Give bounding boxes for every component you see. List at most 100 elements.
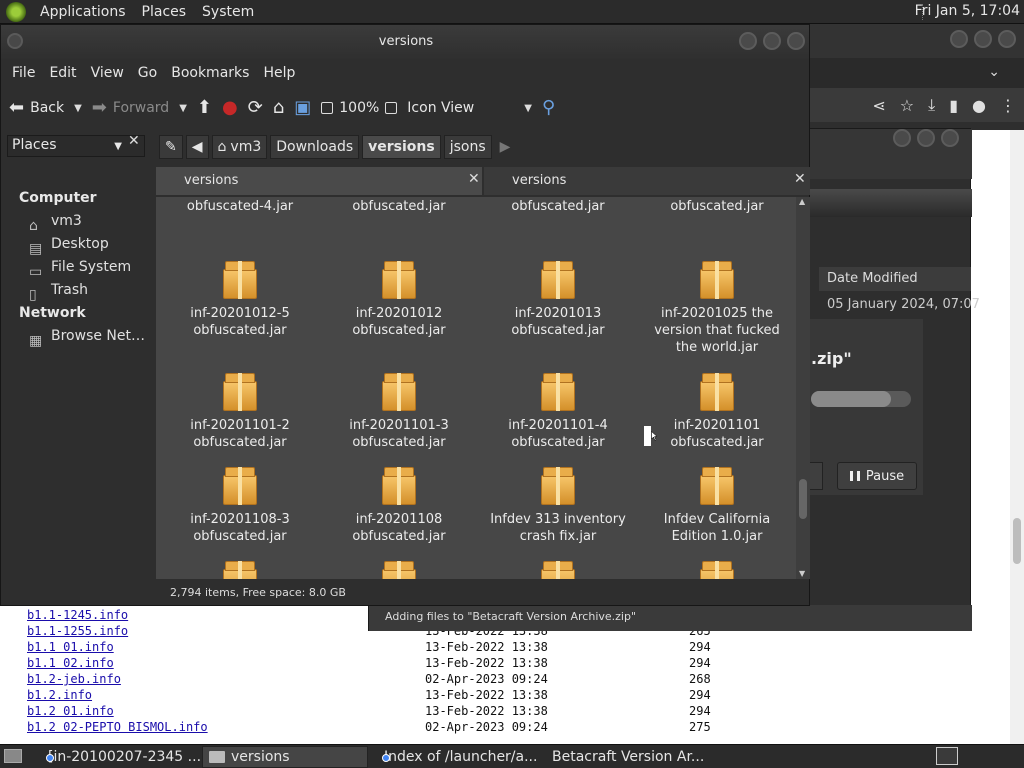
- file-item[interactable]: inf-20200928obfuscated.jar: [637, 197, 796, 215]
- task-chrome-2[interactable]: Index of /launcher/a...: [372, 746, 538, 768]
- sidebar-item-file-system[interactable]: ▭ File System: [1, 256, 153, 280]
- archive-maximize-button[interactable]: [917, 129, 935, 147]
- close-button[interactable]: [787, 32, 805, 50]
- sidebar-item-trash[interactable]: ▯ Trash: [1, 279, 153, 303]
- pane-scrollbar[interactable]: ▲ ▼: [796, 197, 810, 579]
- show-desktop-icon[interactable]: [4, 749, 22, 763]
- scroll-down-icon[interactable]: ▼: [799, 569, 805, 578]
- menu-help[interactable]: Help: [256, 65, 302, 81]
- listing-link[interactable]: b1.1-1245.info: [27, 608, 128, 622]
- stop-button[interactable]: ●: [222, 99, 238, 117]
- bookmark-star-icon[interactable]: ☆: [900, 96, 914, 115]
- maximize-button[interactable]: [763, 32, 781, 50]
- file-item[interactable]: inf-20201108-3 obfuscated.jar: [160, 467, 320, 545]
- close-tab-icon[interactable]: ✕: [794, 171, 806, 187]
- breadcrumb-downloads[interactable]: Downloads: [270, 135, 360, 159]
- file-item[interactable]: inf-20201101-2 obfuscated.jar: [160, 373, 320, 451]
- file-item[interactable]: inf-20201012 obfuscated.jar: [319, 261, 479, 339]
- archive-close-button[interactable]: [941, 129, 959, 147]
- file-item[interactable]: [478, 561, 638, 579]
- browser-scrollbar-thumb[interactable]: [1013, 518, 1021, 564]
- breadcrumb-jsons[interactable]: jsons: [443, 135, 492, 159]
- forward-button[interactable]: ➡ Forward ▼: [92, 99, 187, 117]
- zoom-out-icon[interactable]: [321, 102, 334, 114]
- file-item[interactable]: inf-20200604-4obfuscated-4.jar: [160, 197, 320, 215]
- file-item[interactable]: [637, 561, 796, 579]
- sidebar-type-select[interactable]: Places ▼: [7, 135, 145, 157]
- reload-button[interactable]: ⟳: [248, 99, 263, 117]
- pane-scrollbar-thumb[interactable]: [799, 479, 807, 519]
- close-tab-icon[interactable]: ✕: [468, 171, 480, 187]
- file-item[interactable]: inf-20201013 obfuscated.jar: [478, 261, 638, 339]
- share-icon[interactable]: ⋖: [872, 96, 885, 115]
- distro-logo-icon[interactable]: [6, 1, 26, 22]
- menu-bookmarks[interactable]: Bookmarks: [164, 65, 256, 81]
- breadcrumb-vm3[interactable]: ⌂ vm3: [211, 135, 268, 159]
- file-item[interactable]: Infdev 313 inventory crash fix.jar: [478, 467, 638, 545]
- archive-minimize-button[interactable]: [893, 129, 911, 147]
- sidebar-item-desktop[interactable]: ▤ Desktop: [1, 233, 153, 257]
- applications-menu[interactable]: Applications: [32, 4, 134, 20]
- back-dropdown-icon[interactable]: ▼: [74, 103, 82, 114]
- file-item[interactable]: inf-20200928-2obfuscated.jar: [478, 197, 638, 215]
- browser-menu-icon[interactable]: ⋮: [1000, 96, 1016, 115]
- file-item[interactable]: [160, 561, 320, 579]
- file-item[interactable]: inf-20201101-3 obfuscated.jar: [319, 373, 479, 451]
- up-button[interactable]: ⬆: [197, 99, 212, 117]
- file-item[interactable]: inf-20200926-4obfuscated.jar: [319, 197, 479, 215]
- zoom-control[interactable]: 100%: [321, 100, 398, 116]
- zoom-in-icon[interactable]: [385, 102, 398, 114]
- browser-close-button[interactable]: [998, 30, 1016, 48]
- listing-link[interactable]: b1.2-jeb.info: [27, 672, 121, 686]
- breadcrumb-next-button[interactable]: ▶: [495, 135, 516, 159]
- menu-view[interactable]: View: [84, 65, 131, 81]
- browser-maximize-button[interactable]: [974, 30, 992, 48]
- profile-avatar-icon[interactable]: ●: [972, 96, 986, 115]
- places-menu[interactable]: Places: [134, 4, 195, 20]
- browser-scrollbar[interactable]: [1010, 130, 1024, 744]
- menu-edit[interactable]: Edit: [42, 65, 83, 81]
- listing-link[interactable]: b1.1-1255.info: [27, 624, 128, 638]
- breadcrumb-versions[interactable]: versions: [362, 135, 441, 159]
- pane-tab-left[interactable]: versions ✕: [156, 167, 482, 195]
- menu-file[interactable]: File: [5, 65, 42, 81]
- listing-link[interactable]: b1.2 02-PEPTO BISMOL.info: [27, 720, 208, 734]
- task-chrome-1[interactable]: [in-20100207-2345 ...: [36, 746, 202, 768]
- file-item[interactable]: Infdev California Edition 1.0.jar: [637, 467, 796, 545]
- date-modified-column-header[interactable]: Date Modified: [819, 267, 971, 291]
- workspace-switcher[interactable]: [936, 747, 958, 765]
- file-item[interactable]: inf-20201025 the version that fucked the w…: [637, 261, 796, 356]
- sidebar-item-vm3[interactable]: ⌂ vm3: [1, 210, 153, 234]
- pane-tab-right[interactable]: versions ✕: [484, 167, 810, 195]
- file-item[interactable]: [319, 561, 479, 579]
- search-button[interactable]: ⚲: [542, 99, 555, 117]
- listing-link[interactable]: b1.1 02.info: [27, 656, 114, 670]
- file-item[interactable]: inf-20201101 obfuscated.jar: [637, 373, 796, 451]
- listing-link[interactable]: b1.2 01.info: [27, 704, 114, 718]
- back-button[interactable]: ⬅ Back ▼: [9, 99, 82, 117]
- scroll-up-icon[interactable]: ▲: [799, 197, 805, 206]
- task-versions[interactable]: versions: [202, 745, 368, 768]
- system-menu[interactable]: System: [194, 4, 262, 20]
- view-mode-select[interactable]: Icon View ▼: [407, 100, 532, 116]
- location-toggle-button[interactable]: ✎: [159, 135, 183, 159]
- pause-button[interactable]: Pause: [837, 462, 917, 490]
- listing-link[interactable]: b1.2.info: [27, 688, 92, 702]
- computer-button[interactable]: ▣: [294, 99, 311, 117]
- minimize-button[interactable]: [739, 32, 757, 50]
- clock[interactable]: Fri Jan 5, 17:04: [915, 3, 1020, 19]
- listing-link[interactable]: b1.1 01.info: [27, 640, 114, 654]
- home-button[interactable]: ⌂: [273, 99, 284, 117]
- task-archive-manager[interactable]: Betacraft Version Ar...: [540, 746, 706, 768]
- side-panel-icon[interactable]: ▮: [949, 96, 958, 115]
- menu-go[interactable]: Go: [131, 65, 164, 81]
- file-item[interactable]: inf-20201108 obfuscated.jar: [319, 467, 479, 545]
- tab-search-chevron-icon[interactable]: ⌄: [988, 64, 1000, 80]
- file-item[interactable]: inf-20201012-5 obfuscated.jar: [160, 261, 320, 339]
- breadcrumb-prev-button[interactable]: ◀: [185, 135, 209, 159]
- sidebar-item-browse-network[interactable]: ▦ Browse Net…: [1, 325, 153, 349]
- browser-minimize-button[interactable]: [950, 30, 968, 48]
- file-item[interactable]: inf-20201101-4 obfuscated.jar: [478, 373, 638, 451]
- forward-dropdown-icon[interactable]: ▼: [179, 103, 187, 114]
- download-icon[interactable]: ⤓: [928, 95, 935, 115]
